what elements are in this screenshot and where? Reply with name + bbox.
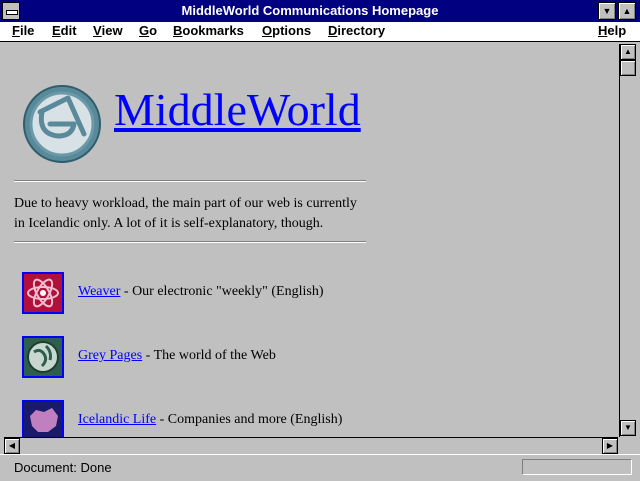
divider-bottom xyxy=(14,241,366,243)
notice-line-2: in Icelandic only. A lot of it is self-e… xyxy=(14,216,324,231)
atom-icon[interactable] xyxy=(22,272,64,314)
menu-bookmarks-rest: ookmarks xyxy=(182,23,244,38)
menu-options-rest: ptions xyxy=(272,23,312,38)
maximize-icon: ▲ xyxy=(622,6,632,16)
item-text: Grey Pages - The world of the Web xyxy=(78,348,276,364)
system-menu-icon xyxy=(6,10,18,15)
menu-file-rest: ile xyxy=(19,23,35,38)
grey-pages-link[interactable]: Grey Pages xyxy=(78,348,142,363)
maximize-button[interactable]: ▲ xyxy=(618,2,636,20)
arrow-right-icon: ▶ xyxy=(606,441,614,450)
menu-edit-accel: E xyxy=(52,23,61,38)
middleworld-logo-icon[interactable] xyxy=(22,84,102,169)
menu-bookmarks[interactable]: Bookmarks xyxy=(173,23,244,38)
menu-view-rest: iew xyxy=(101,23,123,38)
menu-help-accel: H xyxy=(598,23,608,38)
window-title: MiddleWorld Communications Homepage xyxy=(181,3,439,18)
menu-bookmarks-accel: B xyxy=(173,23,183,38)
scroll-up-button[interactable]: ▲ xyxy=(620,44,636,60)
horizontal-scrollbar[interactable]: ◀ ▶ xyxy=(4,437,618,454)
status-bar: Document: Done xyxy=(0,454,640,481)
item-description: - The world of the Web xyxy=(142,348,276,363)
scroll-down-button[interactable]: ▼ xyxy=(620,420,636,436)
menu-file[interactable]: File xyxy=(12,23,34,38)
browser-window: MiddleWorld Communications Homepage ▼ ▲ … xyxy=(0,0,640,481)
menu-help-rest: elp xyxy=(607,23,627,38)
menu-directory-rest: irectory xyxy=(337,23,386,38)
weaver-link[interactable]: Weaver xyxy=(78,284,120,299)
list-item-icelandic-life: Icelandic Life - Companies and more (Eng… xyxy=(22,400,582,437)
menu-view-accel: V xyxy=(93,23,102,38)
menu-directory-accel: D xyxy=(328,23,338,38)
list-item-grey-pages: Grey Pages - The world of the Web xyxy=(22,336,582,380)
progress-indicator xyxy=(522,459,632,475)
scroll-left-button[interactable]: ◀ xyxy=(4,438,20,454)
arrow-up-icon: ▲ xyxy=(624,47,632,56)
item-text: Weaver - Our electronic "weekly" (Englis… xyxy=(78,284,324,300)
notice-line-1: Due to heavy workload, the main part of … xyxy=(14,196,357,211)
menu-bar: File Edit View Go Bookmarks Options Dire… xyxy=(0,22,640,42)
icelandic-life-link[interactable]: Icelandic Life xyxy=(78,412,156,427)
globe-icon[interactable] xyxy=(22,336,64,378)
arrow-down-icon: ▼ xyxy=(624,423,632,432)
system-menu-button[interactable] xyxy=(2,2,20,20)
arrow-left-icon: ◀ xyxy=(8,441,16,450)
menu-view[interactable]: View xyxy=(93,23,123,38)
menu-help[interactable]: Help xyxy=(598,23,626,38)
notice-text: Due to heavy workload, the main part of … xyxy=(14,194,394,234)
menu-edit[interactable]: Edit xyxy=(52,23,77,38)
menu-file-accel: F xyxy=(12,23,20,38)
iceland-map-icon[interactable] xyxy=(22,400,64,437)
menu-options[interactable]: Options xyxy=(262,23,311,38)
item-text: Icelandic Life - Companies and more (Eng… xyxy=(78,412,342,428)
list-item-weaver: Weaver - Our electronic "weekly" (Englis… xyxy=(22,272,582,316)
brand-link[interactable]: MiddleWorld xyxy=(114,82,361,138)
menu-go-accel: G xyxy=(139,23,150,38)
minimize-button[interactable]: ▼ xyxy=(598,2,616,20)
status-text: Document: Done xyxy=(14,460,112,475)
item-description: - Companies and more (English) xyxy=(156,412,343,427)
minimize-icon: ▼ xyxy=(602,6,612,16)
divider-top xyxy=(14,180,366,182)
menu-directory[interactable]: Directory xyxy=(328,23,385,38)
item-description: - Our electronic "weekly" (English) xyxy=(120,284,324,299)
title-bar: MiddleWorld Communications Homepage ▼ ▲ xyxy=(0,0,640,22)
vertical-scrollbar[interactable]: ▲ ▼ xyxy=(619,44,637,437)
menu-edit-rest: dit xyxy=(60,23,77,38)
scroll-right-button[interactable]: ▶ xyxy=(602,438,618,454)
scroll-thumb[interactable] xyxy=(620,60,636,76)
page-content: MiddleWorld Due to heavy workload, the m… xyxy=(4,44,618,437)
menu-go-rest: o xyxy=(149,23,158,38)
menu-go[interactable]: Go xyxy=(139,23,157,38)
menu-options-accel: O xyxy=(262,23,273,38)
